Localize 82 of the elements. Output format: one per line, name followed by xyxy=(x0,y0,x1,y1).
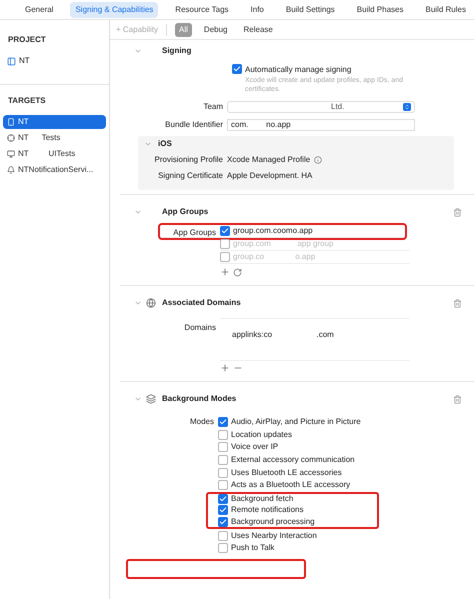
mode-label: Uses Bluetooth LE accessories xyxy=(231,466,342,479)
checkbox[interactable] xyxy=(218,494,228,504)
section-title: App Groups xyxy=(162,206,208,218)
checkbox[interactable] xyxy=(218,417,228,428)
section-heading: TARGETS xyxy=(7,95,47,107)
sidebar-item[interactable]: NTNotificationServi... xyxy=(3,163,106,177)
checkbox[interactable] xyxy=(220,226,230,236)
trash-icon[interactable] xyxy=(453,394,462,404)
sidebar-item[interactable]: NT xyxy=(0,54,109,68)
field-value: Xcode Managed Profile xyxy=(227,154,310,166)
group-name: group.com.coomo.app xyxy=(233,225,313,237)
group-name: group.com app group xyxy=(233,238,334,250)
chevron-icon[interactable] xyxy=(134,47,142,55)
team-dropdown[interactable]: Ltd. xyxy=(227,101,415,113)
section-title: Associated Domains xyxy=(162,297,241,309)
add-icon[interactable] xyxy=(220,363,230,373)
field-label: App Groups xyxy=(172,227,217,239)
mode-label: Audio, AirPlay, and Picture in Picture xyxy=(231,416,361,428)
mode-label: Uses Nearby Interaction xyxy=(231,530,317,542)
sidebar-item[interactable]: NT xyxy=(3,115,106,129)
tab[interactable]: Build Phases xyxy=(352,2,408,18)
mode-label: Voice over IP xyxy=(231,441,278,454)
filter-tab[interactable]: Debug xyxy=(200,22,232,36)
tab[interactable]: Signing & Capabilities xyxy=(70,2,158,18)
chevron-icon[interactable] xyxy=(134,395,142,403)
tab[interactable]: Info xyxy=(246,2,269,18)
group-name: group.co o.app xyxy=(233,251,316,263)
chevron-icon[interactable] xyxy=(134,208,142,216)
checkbox[interactable] xyxy=(218,543,228,554)
sidebar-item[interactable]: NT Tests xyxy=(3,131,106,145)
trash-icon[interactable] xyxy=(453,298,462,308)
tab[interactable]: Build Settings xyxy=(280,2,340,18)
field-label: Signing Certificate xyxy=(157,170,224,182)
chevron-icon[interactable] xyxy=(144,140,152,148)
dropdown-icon xyxy=(403,103,411,111)
checkbox[interactable] xyxy=(220,252,230,262)
sidebar-item[interactable]: NT UITests xyxy=(3,147,106,161)
mode-label: Background fetch xyxy=(231,492,294,505)
target-icon xyxy=(7,150,15,158)
target-icon xyxy=(7,166,15,174)
checkbox[interactable] xyxy=(218,430,228,440)
section-title: Background Modes xyxy=(162,393,236,405)
section-title: Signing xyxy=(162,45,192,57)
field-value: Apple Development. HA xyxy=(227,170,312,182)
checkbox[interactable] xyxy=(218,442,228,452)
mode-label: Background processing xyxy=(231,516,315,528)
checkbox[interactable] xyxy=(218,455,228,466)
checkbox[interactable] xyxy=(232,64,242,74)
tab[interactable]: General xyxy=(20,2,58,18)
checkbox[interactable] xyxy=(218,517,228,528)
mode-label: Push to Talk xyxy=(231,542,274,554)
info-icon[interactable] xyxy=(314,156,322,164)
checkbox[interactable] xyxy=(218,480,228,490)
trash-icon[interactable] xyxy=(453,208,462,216)
field-label: Modes xyxy=(188,416,215,428)
mode-label: Location updates xyxy=(231,428,292,441)
section-title: iOS xyxy=(158,138,172,150)
mode-label: External accessory communication xyxy=(231,454,355,466)
section-heading: PROJECT xyxy=(7,34,47,46)
field-label: Provisioning Profile xyxy=(154,154,224,166)
mode-label: Remote notifications xyxy=(231,504,304,516)
domain-entry: applinks:co .com xyxy=(220,319,410,361)
chevron-icon[interactable] xyxy=(134,299,142,307)
field-label: Team xyxy=(202,101,224,113)
field-label: Bundle Identifier xyxy=(164,119,224,131)
checkbox[interactable] xyxy=(218,530,228,541)
tab[interactable]: Resource Tags xyxy=(170,2,234,18)
target-icon xyxy=(7,134,15,142)
checkbox[interactable] xyxy=(218,468,228,478)
mode-label: Acts as a Bluetooth LE accessory xyxy=(231,479,350,492)
target-icon xyxy=(7,118,15,126)
globe-icon xyxy=(146,298,156,308)
bundle-identifier-field[interactable]: com. no.app xyxy=(227,119,415,131)
checkbox-label: Automatically manage signing xyxy=(245,64,352,76)
tab[interactable]: Build Rules xyxy=(420,2,471,18)
checkbox[interactable] xyxy=(218,505,228,516)
refresh-icon[interactable] xyxy=(233,268,242,276)
checkbox[interactable] xyxy=(220,239,230,249)
layers-icon xyxy=(146,394,156,404)
field-label: Domains xyxy=(183,322,217,334)
filter-tab[interactable]: Release xyxy=(240,22,277,36)
add-icon[interactable] xyxy=(220,267,230,277)
